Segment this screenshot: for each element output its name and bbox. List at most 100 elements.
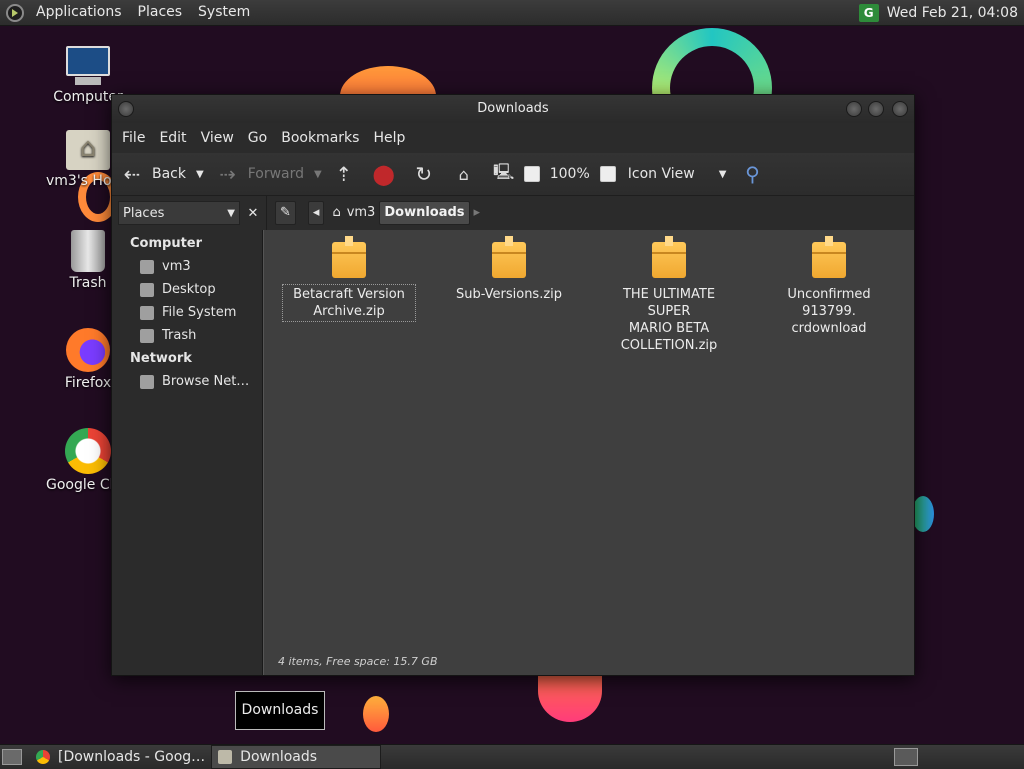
workspace-switcher-icon[interactable] <box>894 748 918 766</box>
taskbar-item-chrome[interactable]: [Downloads - Goog… <box>30 746 211 768</box>
breadcrumb-home[interactable]: ⌂ vm3 <box>328 202 379 224</box>
reload-button[interactable]: ↻ <box>412 162 436 186</box>
update-manager-icon[interactable]: G <box>858 3 879 22</box>
forward-button[interactable]: ⇢ Forward <box>216 162 304 186</box>
sidebar-item-label: vm3 <box>162 259 191 274</box>
wallpaper-shape <box>363 696 389 732</box>
breadcrumb-current[interactable]: Downloads <box>379 201 470 225</box>
path-right-button[interactable]: ▸ <box>470 202 485 224</box>
menubar: File Edit View Go Bookmarks Help <box>112 123 914 153</box>
file-name-line: Unconfirmed 913799. <box>787 287 871 319</box>
file-name-line: THE ULTIMATE SUPER <box>622 287 716 319</box>
minimize-button[interactable] <box>846 101 862 117</box>
places-sidebar: Computer vm3 Desktop File System Trash N… <box>112 230 263 675</box>
show-desktop-icon[interactable] <box>2 749 22 765</box>
reload-icon: ↻ <box>415 162 433 186</box>
window-body: Computer vm3 Desktop File System Trash N… <box>112 230 914 675</box>
sidebar-item-desktop[interactable]: Desktop <box>112 278 262 301</box>
menu-bookmarks[interactable]: Bookmarks <box>274 130 366 146</box>
forward-arrow-icon: ⇢ <box>219 162 237 186</box>
folder-icon <box>218 750 233 764</box>
home-button[interactable]: ⌂ <box>452 162 476 186</box>
breadcrumb-label: vm3 <box>346 205 376 220</box>
file-item[interactable]: Sub-Versions.zip <box>444 236 574 303</box>
file-name-line: COLLETION.zip <box>620 338 718 353</box>
close-button[interactable] <box>892 101 908 117</box>
file-name: Betacraft Version Archive.zip <box>282 284 416 322</box>
drive-icon <box>140 305 154 320</box>
maximize-button[interactable] <box>868 101 884 117</box>
menu-file[interactable]: File <box>115 130 152 146</box>
home-folder-icon: ⌂ <box>332 205 341 220</box>
back-history-dropdown[interactable]: ▼ <box>196 169 204 180</box>
panel-tray: G Wed Feb 21, 04:08 <box>858 0 1024 25</box>
computer-button[interactable]: 🖳 <box>492 162 516 186</box>
window-menu-icon[interactable] <box>118 101 134 117</box>
file-name-line: MARIO BETA <box>628 321 710 336</box>
file-name-line: Sub-Versions.zip <box>455 287 563 302</box>
path-left-button[interactable]: ◂ <box>307 201 325 225</box>
back-label: Back <box>152 166 186 182</box>
sidebar-mode-select[interactable]: Places ▼ <box>118 201 240 225</box>
sidebar-item-browse-network[interactable]: Browse Net… <box>112 370 262 393</box>
sidebar-item-label: Desktop <box>162 282 216 297</box>
computer-icon <box>65 46 111 86</box>
taskbar-item-downloads[interactable]: Downloads <box>211 745 382 769</box>
file-name-line: Betacraft Version <box>293 287 405 302</box>
close-sidebar-icon[interactable]: ✕ <box>244 206 262 221</box>
search-icon: ⚲ <box>745 162 760 186</box>
stop-button[interactable]: ⬤ <box>372 162 396 186</box>
sidebar-item-vm3[interactable]: vm3 <box>112 255 262 278</box>
sidebar-item-filesystem[interactable]: File System <box>112 301 262 324</box>
archive-icon <box>332 236 366 278</box>
file-item[interactable]: Unconfirmed 913799. crdownload <box>764 236 894 337</box>
menu-view[interactable]: View <box>194 130 241 146</box>
file-name: Sub-Versions.zip <box>444 286 574 303</box>
file-view[interactable]: Betacraft Version Archive.zip Sub-Versio… <box>263 230 914 675</box>
file-manager-window: Downloads File Edit View Go Bookmarks He… <box>111 94 915 676</box>
view-mode-dropdown[interactable]: ▼ <box>719 169 727 180</box>
network-icon <box>140 374 154 389</box>
forward-history-dropdown[interactable]: ▼ <box>314 169 322 180</box>
archive-icon <box>492 236 526 278</box>
system-menu[interactable]: System <box>190 0 258 25</box>
zoom-out-button[interactable] <box>523 166 540 182</box>
file-name-line: Archive.zip <box>313 304 385 319</box>
location-bar: Places ▼ ✕ ✎ ◂ ⌂ vm3 Downloads ▸ <box>112 195 914 230</box>
back-button[interactable]: ⇠ Back <box>120 162 186 186</box>
chrome-icon <box>36 750 50 764</box>
sidebar-item-trash[interactable]: Trash <box>112 324 262 347</box>
home-folder-icon <box>66 130 110 170</box>
zoom-in-button[interactable] <box>599 166 616 182</box>
menu-edit[interactable]: Edit <box>152 130 193 146</box>
applications-menu[interactable]: Applications <box>28 0 130 25</box>
chevron-down-icon: ▼ <box>227 207 235 219</box>
places-menu[interactable]: Places <box>130 0 191 25</box>
file-item[interactable]: Betacraft Version Archive.zip <box>282 236 416 322</box>
window-title: Downloads <box>477 101 549 116</box>
toolbar: ⇠ Back ▼ ⇢ Forward ▼ ⇡ ⬤ ↻ ⌂ 🖳 100% Icon… <box>112 153 914 195</box>
window-titlebar[interactable]: Downloads <box>112 95 914 123</box>
home-icon: ⌂ <box>458 164 469 184</box>
view-mode-select[interactable]: Icon View <box>628 166 695 182</box>
up-button[interactable]: ⇡ <box>332 162 356 186</box>
menu-help[interactable]: Help <box>366 130 412 146</box>
sidebar-mode-label: Places <box>123 205 165 221</box>
zoom-level: 100% <box>549 166 590 182</box>
sidebar-item-label: File System <box>162 305 237 320</box>
file-item[interactable]: THE ULTIMATE SUPER MARIO BETA COLLETION.… <box>604 236 734 354</box>
status-bar: 4 items, Free space: 15.7 GB <box>278 655 438 668</box>
sidebar-header: Places ▼ ✕ <box>112 196 267 230</box>
applications-logo-icon[interactable] <box>6 3 24 22</box>
up-arrow-icon: ⇡ <box>335 162 353 186</box>
search-button[interactable]: ⚲ <box>740 162 764 186</box>
sidebar-item-label: Trash <box>162 328 197 343</box>
menu-go[interactable]: Go <box>241 130 274 146</box>
archive-icon <box>652 236 686 278</box>
edit-location-button[interactable]: ✎ <box>275 201 296 225</box>
archive-icon <box>812 236 846 278</box>
clock[interactable]: Wed Feb 21, 04:08 <box>887 5 1024 21</box>
sidebar-item-label: Browse Net… <box>162 374 250 389</box>
file-name-line: crdownload <box>791 321 867 336</box>
breadcrumb: ✎ ◂ ⌂ vm3 Downloads ▸ <box>267 196 484 230</box>
